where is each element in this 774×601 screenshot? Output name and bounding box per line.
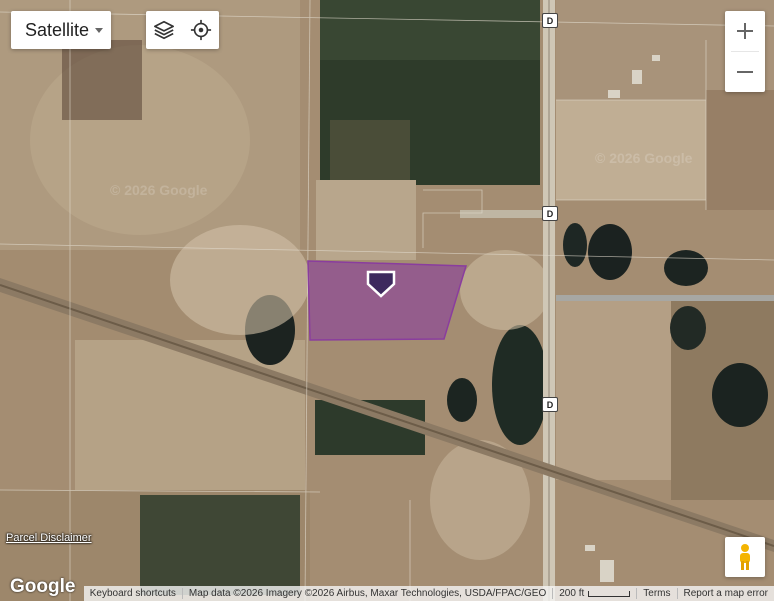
- scale-label: 200 ft: [559, 588, 585, 599]
- map-tools: [146, 11, 219, 49]
- street-view-pegman[interactable]: [725, 537, 765, 577]
- terms-link[interactable]: Terms: [637, 588, 676, 599]
- scale-control[interactable]: 200 ft: [553, 588, 636, 599]
- pegman-icon: [740, 544, 750, 570]
- crosshair-icon: [190, 19, 211, 41]
- road-shield-d: D: [542, 13, 558, 28]
- imagery-watermark: © 2026 Google: [110, 182, 208, 198]
- layers-icon: [154, 20, 175, 40]
- minus-icon: [737, 71, 753, 73]
- imagery-watermark: © 2026 Google: [595, 150, 693, 166]
- report-error-link[interactable]: Report a map error: [678, 588, 774, 599]
- map-footer: Keyboard shortcuts Map data ©2026 Imager…: [83, 586, 774, 601]
- parcel-overlay[interactable]: [0, 0, 774, 601]
- locate-button[interactable]: [188, 17, 214, 43]
- map-type-label: Satellite: [25, 19, 90, 40]
- map-type-selector[interactable]: Satellite: [11, 11, 111, 49]
- layers-button[interactable]: [151, 17, 177, 43]
- road-shield-d: D: [542, 206, 558, 221]
- zoom-controls: [725, 11, 765, 92]
- dropdown-caret-icon: [95, 27, 104, 33]
- zoom-in-button[interactable]: [725, 11, 765, 51]
- parcel-disclaimer-link[interactable]: Parcel Disclaimer: [6, 532, 92, 544]
- map-attribution: Map data ©2026 Imagery ©2026 Airbus, Max…: [188, 588, 547, 599]
- plus-icon: [737, 23, 753, 39]
- road-shield-d: D: [542, 397, 558, 412]
- zoom-out-button[interactable]: [725, 52, 765, 92]
- scale-bar: [588, 590, 631, 597]
- map-canvas[interactable]: D D D © 2026 Google © 2026 Google Satell…: [0, 0, 774, 601]
- keyboard-shortcuts-link[interactable]: Keyboard shortcuts: [84, 588, 182, 599]
- google-logo: Google: [10, 576, 76, 597]
